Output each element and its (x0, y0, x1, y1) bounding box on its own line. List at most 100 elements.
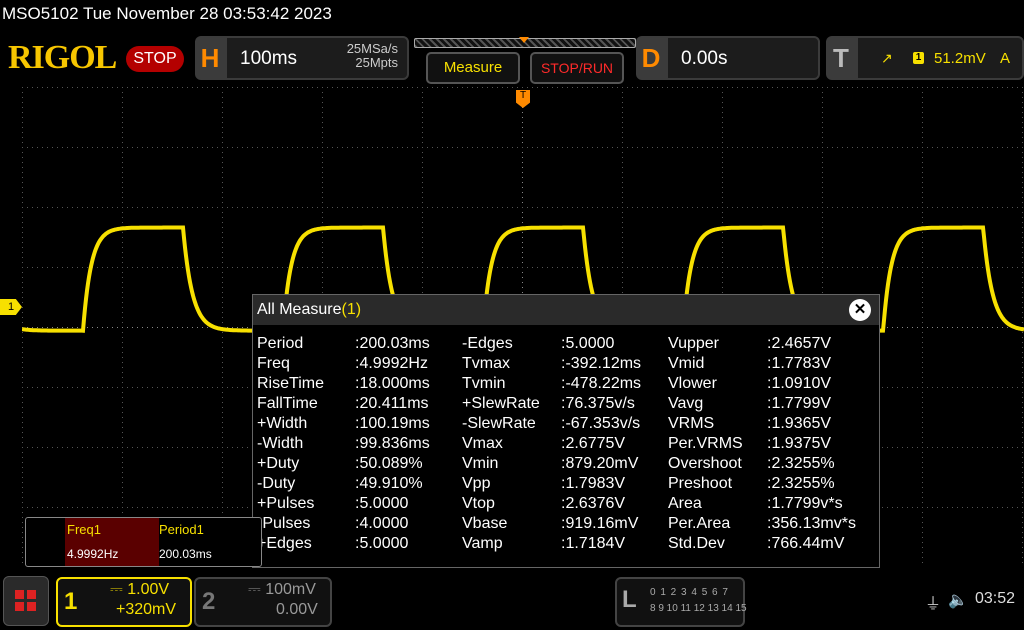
system-clock: 03:52 (975, 590, 1016, 607)
measure-name: Vmin (462, 455, 499, 472)
stop-run-button[interactable]: STOP/RUN (530, 52, 624, 84)
measure-name: Vavg (668, 395, 704, 412)
rising-edge-icon: ↗ (881, 50, 893, 66)
close-icon[interactable]: ✕ (849, 299, 871, 321)
measure-value: :76.375v/s (561, 395, 635, 412)
sample-rate: 25MSa/s (346, 41, 398, 56)
measure-name: +Duty (257, 455, 300, 472)
horizontal-menu-button[interactable]: H (195, 36, 225, 80)
freq-value: 4.9992Hz (65, 542, 159, 566)
measure-name: VRMS (668, 415, 715, 432)
measure-value: :1.7799v*s (767, 495, 843, 512)
period-label: Period1 (159, 522, 204, 537)
measure-name: Area (668, 495, 702, 512)
logic-channels-row2: 8 9 10 11 12 13 14 15 (650, 603, 747, 614)
delay-value: 0.00s (681, 48, 728, 69)
channel2-number: 2 (202, 588, 216, 615)
channel1-scale-value: 1.00V (127, 581, 170, 598)
measure-name: Tvmin (462, 375, 506, 392)
logic-channels-row1: 0 1 2 3 4 5 6 7 (650, 587, 729, 598)
sample-info: 25MSa/s 25Mpts (330, 42, 398, 70)
measure-name: -Width (257, 435, 304, 452)
all-measure-panel: All Measure(1) ✕ Period :200.03ms Freq :4.9… (252, 294, 880, 568)
channel1-offset-marker[interactable]: 1 (0, 299, 22, 315)
measure-name: Per.Area (668, 515, 731, 532)
measure-name: Vbase (462, 515, 508, 532)
measure-name: Overshoot (668, 455, 742, 472)
trigger-channel-badge: 1 (913, 52, 924, 64)
trigger-coupling: A (1000, 50, 1011, 67)
measure-value: :18.000ms (355, 375, 430, 392)
measure-value: :200.03ms (355, 335, 430, 352)
measure-name: RiseTime (257, 375, 324, 392)
quick-measure-box[interactable]: Freq1 4.9992Hz Period1 200.03ms (25, 517, 262, 567)
grid-menu-icon (15, 590, 36, 611)
measure-name: +SlewRate (462, 395, 540, 412)
measure-name: Vtop (462, 495, 495, 512)
period-value: 200.03ms (159, 547, 212, 561)
measure-name: Tvmax (462, 355, 510, 372)
measure-value: :879.20mV (561, 455, 639, 472)
measure-value: :4.9992Hz (355, 355, 428, 372)
measure-button[interactable]: Measure (426, 52, 520, 84)
all-measure-channel: (1) (341, 301, 362, 318)
window-title: MSO5102 Tue November 28 03:53:42 2023 (2, 4, 332, 23)
measure-name: +Width (257, 415, 308, 432)
memory-depth: 25Mpts (355, 55, 398, 70)
measure-value: :766.44mV (767, 535, 845, 552)
channel2-scale-value: 100mV (265, 581, 316, 598)
delay-menu-button[interactable]: D (636, 36, 666, 80)
measure-value: :1.0910V (767, 375, 832, 392)
measure-value: :5.0000 (561, 335, 615, 352)
dc-coupling-icon: ⎓ (110, 581, 128, 598)
measure-value: :99.836ms (355, 435, 430, 452)
measure-value: :2.3255% (767, 475, 835, 492)
timebase-value: 100ms (240, 48, 298, 69)
measure-name: Period (257, 335, 304, 352)
measure-name: Freq (257, 355, 290, 372)
all-measure-title: All Measure(1) (257, 301, 361, 319)
measure-value: :1.7983V (561, 475, 626, 492)
measure-value: :2.3255% (767, 455, 835, 472)
measure-value: :356.13mv*s (767, 515, 856, 532)
measure-value: :20.411ms (355, 395, 429, 412)
channel1-scale: ⎓ 1.00V (110, 581, 169, 599)
measure-name: Preshoot (668, 475, 733, 492)
measure-value: :5.0000 (355, 495, 409, 512)
channel2-scale: ⎓ 100mV (248, 581, 316, 599)
channel1-number: 1 (64, 588, 78, 615)
measure-name: Vamp (462, 535, 503, 552)
all-measure-title-text: All Measure (257, 301, 342, 318)
measure-name: Std.Dev (668, 535, 725, 552)
channel2-offset: 0.00V (276, 601, 318, 618)
logic-letter: L (622, 586, 637, 613)
main-menu-button[interactable] (3, 576, 49, 626)
measure-name: Vmax (462, 435, 503, 452)
measure-value: :49.910% (355, 475, 423, 492)
measure-name: Vupper (668, 335, 719, 352)
measure-name: FallTime (257, 395, 318, 412)
measure-value: :2.6775V (561, 435, 626, 452)
measure-value: :1.7799V (767, 395, 832, 412)
measure-value: :-392.12ms (561, 355, 642, 372)
run-state-badge[interactable]: STOP (126, 46, 184, 72)
measure-value: :-67.353v/s (561, 415, 641, 432)
measure-name: Vmid (668, 355, 705, 372)
measure-value: :1.7184V (561, 535, 626, 552)
measure-name: +Edges (257, 535, 312, 552)
trigger-menu-button[interactable]: T (826, 36, 856, 80)
measure-value: :4.0000 (355, 515, 409, 532)
measure-value: :1.9375V (767, 435, 832, 452)
measure-value: :2.4657V (767, 335, 832, 352)
measure-name: -SlewRate (462, 415, 536, 432)
measure-value: :-478.22ms (561, 375, 642, 392)
measure-value: :50.089% (355, 455, 423, 472)
measure-name: -Pulses (257, 515, 311, 532)
measure-value: :919.16mV (561, 515, 639, 532)
trigger-position-icon (519, 37, 529, 43)
measure-name: Vlower (668, 375, 717, 392)
measure-name: -Duty (257, 475, 296, 492)
measure-name: Per.VRMS (668, 435, 743, 452)
measure-name: +Pulses (257, 495, 315, 512)
speaker-mute-icon[interactable]: 🔈 (948, 590, 968, 610)
